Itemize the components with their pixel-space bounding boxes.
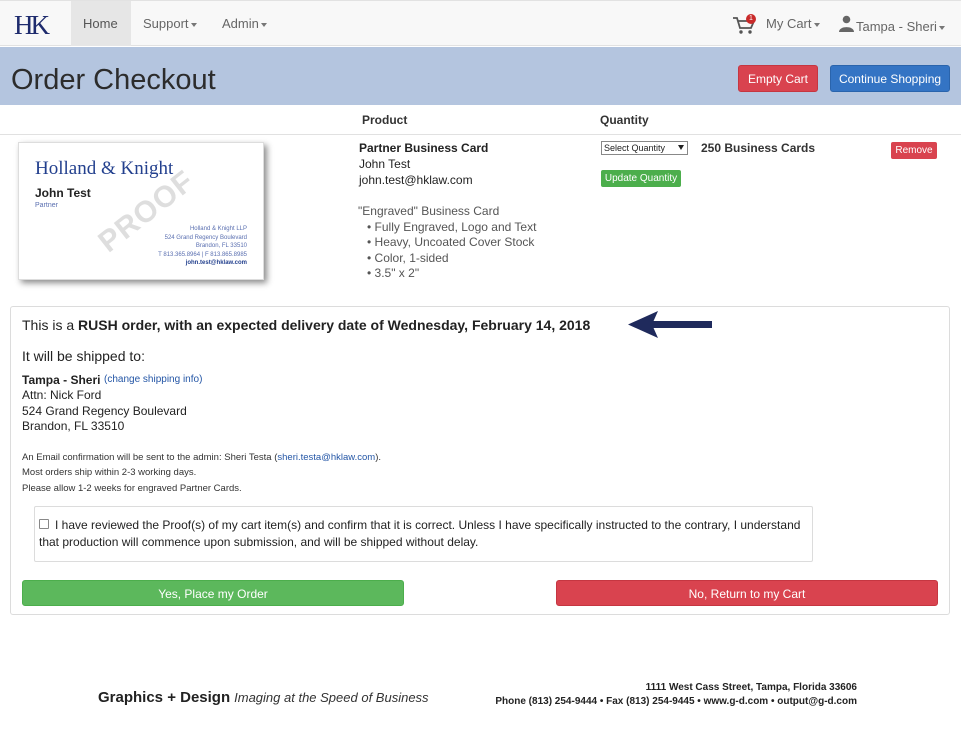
ship-attn: Attn: Nick Ford bbox=[22, 388, 102, 402]
proof-confirmation-text: I have reviewed the Proof(s) of my cart … bbox=[39, 518, 801, 549]
ship-street: 524 Grand Regency Boulevard bbox=[22, 404, 187, 418]
return-to-cart-button[interactable]: No, Return to my Cart bbox=[556, 580, 938, 606]
rush-order-notice: This is a RUSH order, with an expected d… bbox=[22, 317, 590, 333]
product-email: john.test@hklaw.com bbox=[359, 173, 473, 187]
footer-phone-web: Phone (813) 254-9444 • Fax (813) 254-944… bbox=[495, 696, 857, 707]
card-address-block: Holland & Knight LLP 524 Grand Regency B… bbox=[158, 225, 247, 268]
ship-to-heading: It will be shipped to: bbox=[22, 348, 145, 364]
card-addr-line: Holland & Knight LLP bbox=[189, 226, 247, 232]
product-feature: • 3.5" x 2" bbox=[367, 266, 420, 280]
footer-brand-name: Graphics + Design bbox=[98, 689, 231, 706]
nav-support-label: Support bbox=[143, 16, 189, 31]
empty-cart-button[interactable]: Empty Cart bbox=[738, 65, 818, 92]
product-feature: • Heavy, Uncoated Cover Stock bbox=[367, 235, 535, 249]
admin-email-link[interactable]: sheri.testa@hklaw.com bbox=[277, 452, 375, 463]
table-divider bbox=[0, 134, 961, 135]
continue-shopping-button[interactable]: Continue Shopping bbox=[830, 65, 950, 92]
quantity-select-value: Select Quantity bbox=[604, 143, 666, 153]
product-feature: • Color, 1-sided bbox=[367, 251, 449, 265]
card-phone-line: T 813.365.8964 | F 813.865.8985 bbox=[158, 251, 247, 258]
engraved-time-note: Please allow 1-2 weeks for engraved Part… bbox=[22, 483, 242, 494]
product-description: "Engraved" Business Card bbox=[358, 204, 500, 218]
footer-tagline: Imaging at the Speed of Business bbox=[234, 690, 429, 705]
nav-user[interactable]: Tampa - Sheri bbox=[844, 4, 957, 49]
chevron-down-icon bbox=[678, 145, 684, 150]
card-addr-line: Brandon, FL 33510 bbox=[195, 243, 247, 249]
rush-prefix: This is a bbox=[22, 317, 79, 333]
nav-my-cart[interactable]: My Cart bbox=[754, 1, 832, 46]
card-firm-name: Holland & Knight bbox=[35, 158, 174, 179]
nav-cart-label: My Cart bbox=[766, 16, 812, 31]
rush-delivery-date: RUSH order, with an expected delivery da… bbox=[78, 317, 591, 333]
hk-logo[interactable]: HK bbox=[14, 10, 50, 41]
update-quantity-button[interactable]: Update Quantity bbox=[601, 170, 681, 187]
card-person-title: Partner bbox=[35, 202, 58, 209]
quantity-value: 250 Business Cards bbox=[701, 141, 816, 155]
business-card-proof[interactable]: Holland & Knight John Test Partner PROOF… bbox=[18, 142, 264, 280]
nav-support[interactable]: Support bbox=[131, 1, 209, 46]
footer-contact: 1111 West Cass Street, Tampa, Florida 33… bbox=[495, 681, 857, 709]
chevron-down-icon bbox=[813, 22, 820, 27]
product-name: Partner Business Card bbox=[359, 141, 489, 155]
card-addr-line: 524 Grand Regency Boulevard bbox=[164, 234, 247, 241]
ship-city: Brandon, FL 33510 bbox=[22, 419, 125, 433]
change-shipping-link[interactable]: (change shipping info) bbox=[104, 374, 202, 385]
proof-confirm-checkbox[interactable] bbox=[39, 519, 49, 529]
quantity-select[interactable]: Select Quantity bbox=[601, 141, 688, 155]
footer-address: 1111 West Cass Street, Tampa, Florida 33… bbox=[645, 682, 857, 693]
page-title: Order Checkout bbox=[11, 64, 216, 96]
place-order-button[interactable]: Yes, Place my Order bbox=[22, 580, 404, 606]
nav-admin[interactable]: Admin bbox=[210, 1, 279, 46]
footer-brand: Graphics + Design Imaging at the Speed of… bbox=[98, 689, 429, 706]
column-header-quantity: Quantity bbox=[600, 113, 649, 127]
nav-home-label: Home bbox=[83, 16, 118, 31]
email-confirmation-note: An Email confirmation will be sent to th… bbox=[22, 452, 381, 463]
ship-name: Tampa - Sheri bbox=[22, 373, 101, 387]
chevron-down-icon bbox=[260, 22, 267, 27]
email-note-suffix: ). bbox=[375, 452, 382, 463]
remove-item-button[interactable]: Remove bbox=[891, 142, 937, 159]
navbar: HK Home Support Admin 1 My Cart Tampa - … bbox=[0, 0, 961, 46]
email-note-prefix: An Email confirmation will be sent to th… bbox=[22, 452, 278, 463]
shipping-time-note: Most orders ship within 2-3 working days… bbox=[22, 467, 197, 478]
chevron-down-icon bbox=[190, 22, 197, 27]
card-person-name: John Test bbox=[35, 186, 91, 200]
chevron-down-icon bbox=[938, 25, 945, 30]
column-header-product: Product bbox=[362, 113, 408, 127]
card-email-line: john.test@hklaw.com bbox=[185, 260, 247, 266]
nav-user-label: Tampa - Sheri bbox=[856, 19, 937, 34]
nav-home[interactable]: Home bbox=[71, 1, 131, 46]
arrow-left-icon bbox=[628, 311, 712, 338]
nav-admin-label: Admin bbox=[222, 16, 259, 31]
product-feature: • Fully Engraved, Logo and Text bbox=[367, 220, 537, 234]
product-person: John Test bbox=[359, 157, 411, 171]
